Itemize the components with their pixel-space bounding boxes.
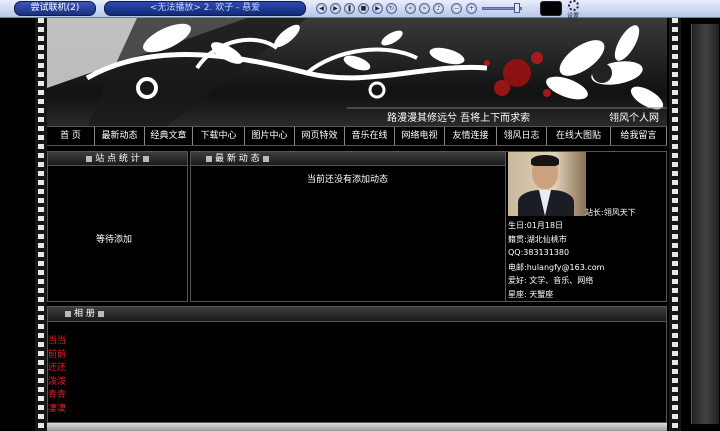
bottom-bar — [47, 423, 667, 431]
nav-item[interactable]: 在线大图贴 — [547, 127, 611, 145]
album-item[interactable]: 泼泼 — [48, 374, 66, 387]
owner-photo — [508, 152, 586, 216]
owner-zodiac: 星座: 天蟹座 — [508, 290, 554, 299]
next-icon[interactable]: ▶ — [372, 3, 383, 14]
pause-icon[interactable]: ❚ — [344, 3, 355, 14]
owner-hobbies: 爱好: 文学、音乐、网络 — [508, 276, 594, 285]
play-icon[interactable]: ▶ — [330, 3, 341, 14]
album-panel: 相 册 — [47, 306, 667, 423]
square-icon — [65, 310, 71, 317]
album-item[interactable]: 凄凄 — [48, 401, 66, 414]
nav-item[interactable]: 经典文章 — [145, 127, 193, 145]
stats-panel-title: 站 点 统 计 — [95, 154, 140, 164]
main-navigation: 首 页最新动态 经典文章 下载中心 图片中心 网页特效 音乐在线 网络电视 友情连接 翎风日志在… — [47, 126, 667, 146]
stats-panel-header: 站 点 统 计 — [48, 152, 187, 166]
owner-name: 站长:翎风天下 — [585, 208, 636, 217]
square-icon — [97, 310, 104, 317]
album-item[interactable]: 当当 — [48, 333, 66, 346]
nav-item[interactable]: 图片中心 — [245, 127, 295, 145]
nav-item[interactable]: 友情连接 — [445, 127, 497, 145]
film-strip-left — [35, 18, 47, 431]
news-empty-text: 当前还没有添加动态 — [307, 175, 389, 185]
volume-knob[interactable] — [514, 3, 520, 13]
previous-icon[interactable]: ◀ — [316, 3, 327, 14]
nav-item[interactable]: 网页特效 — [295, 127, 345, 145]
square-icon — [86, 155, 93, 162]
owner-qq: QQ:383131380 — [508, 248, 570, 257]
volume-down-icon[interactable]: − — [451, 3, 462, 14]
scrollbar[interactable] — [691, 24, 719, 424]
album-panel-title: 相 册 — [74, 309, 95, 319]
album-item[interactable]: 前前 — [48, 347, 66, 360]
rewind-icon[interactable]: « — [405, 3, 416, 14]
nav-item[interactable]: 最新动态 — [95, 127, 145, 145]
owner-email[interactable]: 电邮:hulangfy@163.com — [508, 262, 604, 273]
nav-item[interactable]: 下载中心 — [193, 127, 245, 145]
stop-icon[interactable]: ■ — [358, 3, 369, 14]
nav-item[interactable]: 翎风日志 — [497, 127, 547, 145]
site-banner: 路漫漫其修远兮 吾将上下而求索 翎风个人网 — [47, 18, 667, 126]
right-scroll-area — [681, 18, 720, 431]
video-screen — [540, 1, 562, 16]
nav-item[interactable]: 首 页 — [47, 127, 95, 145]
repeat-icon[interactable]: ↻ — [386, 3, 397, 14]
square-icon — [262, 155, 269, 162]
nav-item[interactable]: 给我留言 — [611, 127, 667, 145]
album-item[interactable]: 青青 — [48, 387, 66, 400]
mute-icon[interactable]: ♪ — [433, 3, 444, 14]
nav-item[interactable]: 音乐在线 — [345, 127, 395, 145]
site-name: 翎风个人网 — [609, 113, 659, 124]
news-panel: 最 新 动 态 当前还没有添加动态 — [190, 151, 506, 302]
news-panel-header: 最 新 动 态 — [191, 152, 505, 166]
floral-decoration — [47, 18, 667, 126]
banner-slogan: 路漫漫其修远兮 吾将上下而求索 — [387, 113, 531, 124]
nav-item[interactable]: 网络电视 — [395, 127, 445, 145]
player-toolbar: 尝试联机(2) <无法播放> 2. 欢子 - 悬爱 ◀ ▶ ❚ ■ ▶ ↻ « … — [0, 0, 720, 20]
film-strip-right — [669, 18, 681, 431]
album-panel-header: 相 册 — [48, 307, 666, 322]
fast-forward-icon[interactable]: » — [419, 3, 430, 14]
news-panel-title: 最 新 动 态 — [215, 154, 260, 164]
gear-icon — [567, 0, 579, 11]
square-icon — [142, 155, 149, 162]
square-icon — [206, 155, 212, 162]
settings-button[interactable]: 设置 — [565, 0, 581, 20]
now-playing-display[interactable]: <无法播放> 2. 欢子 - 悬爱 — [104, 1, 306, 16]
album-item[interactable]: 还还 — [48, 360, 66, 373]
volume-up-icon[interactable]: + — [466, 3, 477, 14]
owner-hometown: 籍贯:湖北仙桃市 — [508, 235, 567, 244]
owner-birthday: 生日:01月18日 — [508, 221, 564, 230]
left-margin — [0, 18, 35, 431]
try-connect-button[interactable]: 尝试联机(2) — [14, 1, 96, 16]
stats-panel: 站 点 统 计 等待添加 — [47, 151, 188, 302]
stats-placeholder: 等待添加 — [96, 235, 133, 245]
